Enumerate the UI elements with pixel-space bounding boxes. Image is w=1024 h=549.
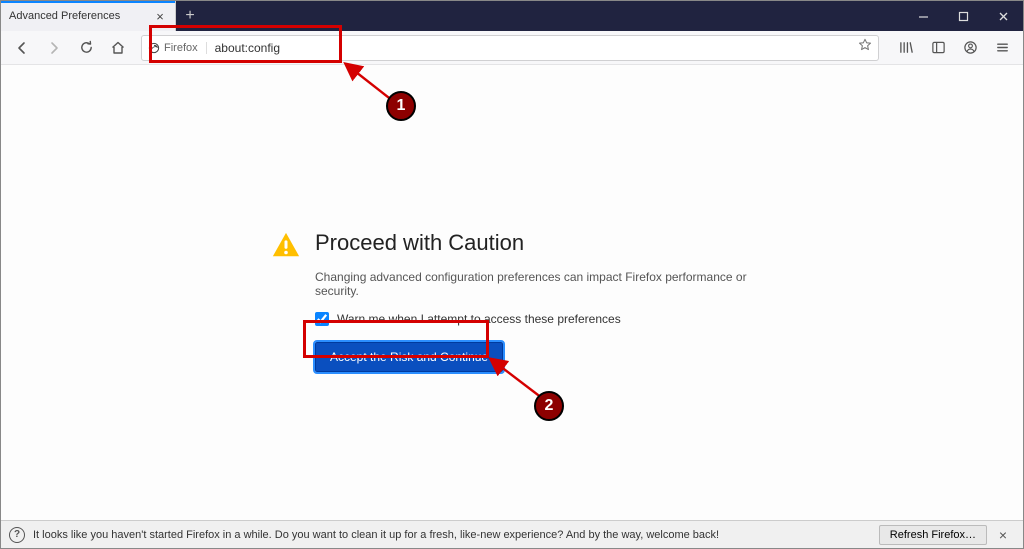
navigation-toolbar: Firefox xyxy=(1,31,1023,65)
minimize-button[interactable] xyxy=(903,1,943,31)
warning-heading: Proceed with Caution xyxy=(315,230,771,256)
new-tab-button[interactable]: + xyxy=(176,1,204,31)
warn-checkbox-row[interactable]: Warn me when I attempt to access these p… xyxy=(315,312,771,326)
reload-button[interactable] xyxy=(71,34,101,62)
notification-bar: ? It looks like you haven't started Fire… xyxy=(1,520,1023,548)
title-bar: Advanced Preferences × + xyxy=(1,1,1023,31)
browser-tab[interactable]: Advanced Preferences × xyxy=(1,1,176,31)
info-icon: ? xyxy=(9,527,25,543)
url-input[interactable] xyxy=(215,41,852,55)
account-button[interactable] xyxy=(955,34,985,62)
warn-checkbox-label: Warn me when I attempt to access these p… xyxy=(337,312,621,326)
refresh-firefox-button[interactable]: Refresh Firefox… xyxy=(879,525,987,545)
window-controls xyxy=(903,1,1023,31)
home-button[interactable] xyxy=(103,34,133,62)
notification-message: It looks like you haven't started Firefo… xyxy=(33,529,879,541)
tab-title: Advanced Preferences xyxy=(9,10,153,22)
sidebar-button[interactable] xyxy=(923,34,953,62)
close-window-button[interactable] xyxy=(983,1,1023,31)
app-menu-button[interactable] xyxy=(987,34,1017,62)
firefox-icon xyxy=(148,42,160,54)
bookmark-star-icon[interactable] xyxy=(852,38,872,57)
warning-icon xyxy=(271,230,303,265)
library-button[interactable] xyxy=(891,34,921,62)
identity-label: Firefox xyxy=(164,42,198,54)
forward-button[interactable] xyxy=(39,34,69,62)
content-area: Proceed with Caution Changing advanced c… xyxy=(1,65,1023,520)
address-bar[interactable]: Firefox xyxy=(141,35,879,61)
identity-box[interactable]: Firefox xyxy=(148,42,207,54)
back-button[interactable] xyxy=(7,34,37,62)
accept-risk-button[interactable]: Accept the Risk and Continue xyxy=(315,342,503,372)
warn-checkbox[interactable] xyxy=(315,312,329,326)
warning-text: Changing advanced configuration preferen… xyxy=(315,270,771,298)
about-config-warning: Proceed with Caution Changing advanced c… xyxy=(271,230,771,372)
tab-close-icon[interactable]: × xyxy=(153,10,167,23)
notification-close-icon[interactable]: × xyxy=(991,527,1015,543)
maximize-button[interactable] xyxy=(943,1,983,31)
